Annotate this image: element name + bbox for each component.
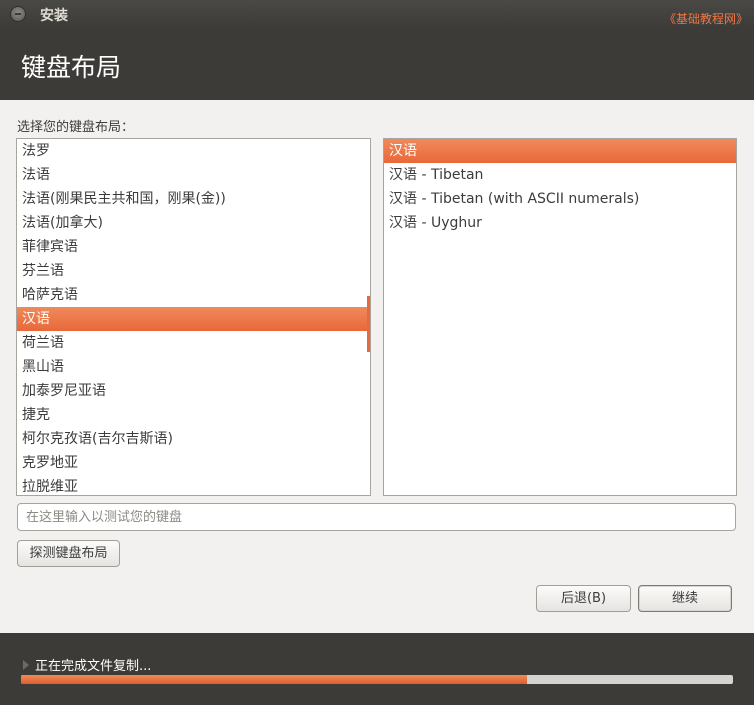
window-title: 安装 [40,8,68,24]
layout-list-item[interactable]: 捷克 [17,403,370,427]
layout-list-item[interactable]: 克罗地亚 [17,451,370,475]
watermark: 《基础教程网》 [663,12,748,26]
continue-button[interactable]: 继续 [638,585,732,612]
back-button[interactable]: 后退(B) [536,585,631,612]
variant-list-item[interactable]: 汉语 [384,139,736,163]
layout-list-item[interactable]: 汉语 [17,307,368,331]
variant-list-item[interactable]: 汉语 - Uyghur [384,211,736,235]
layout-list-item[interactable]: 法语(刚果民主共和国，刚果(金)) [17,187,370,211]
close-icon[interactable] [10,6,26,22]
layout-list-scrollbar[interactable] [367,296,370,352]
layout-list-item[interactable]: 柯尔克孜语(吉尔吉斯语) [17,427,370,451]
layout-list-item[interactable]: 菲律宾语 [17,235,370,259]
layout-list-item[interactable]: 黑山语 [17,355,370,379]
layout-list-item[interactable]: 加泰罗尼亚语 [17,379,370,403]
layout-list-item[interactable]: 法罗 [17,139,370,163]
keyboard-test-input[interactable] [17,503,736,531]
variant-list[interactable]: 汉语 汉语 - Tibetan 汉语 - Tibetan (with ASCII n… [383,138,737,496]
layout-list-item[interactable]: 拉脱维亚 [17,475,370,495]
layout-list-item[interactable]: 哈萨克语 [17,283,370,307]
layout-prompt: 选择您的键盘布局： [17,120,135,135]
layout-list-item[interactable]: 芬兰语 [17,259,370,283]
main-panel: 选择您的键盘布局： 法罗 法语 法语(刚果民主共和国，刚果(金)) 法语(加拿大) 菲律… [0,100,754,705]
status-bar: 正在完成文件复制... [0,633,754,705]
layout-list-item[interactable]: 法语(加拿大) [17,211,370,235]
variant-list-item[interactable]: 汉语 - Tibetan [384,163,736,187]
layout-list[interactable]: 法罗 法语 法语(刚果民主共和国，刚果(金)) 法语(加拿大) 菲律宾语 芬兰语 哈萨克语汉… [16,138,371,496]
expand-arrow-icon[interactable] [23,660,29,670]
detect-layout-button[interactable]: 探测键盘布局 [17,540,120,567]
status-text: 正在完成文件复制... [35,659,152,674]
progress-fill [21,675,527,684]
page-title: 键盘布局 [21,53,122,82]
layout-list-item[interactable]: 荷兰语 [17,331,370,355]
page-header: 键盘布局 [0,28,754,100]
variant-list-item[interactable]: 汉语 - Tibetan (with ASCII numerals) [384,187,736,211]
progress-bar [21,675,733,684]
title-bar: 安装 《基础教程网》 [0,0,754,28]
layout-list-item[interactable]: 法语 [17,163,370,187]
